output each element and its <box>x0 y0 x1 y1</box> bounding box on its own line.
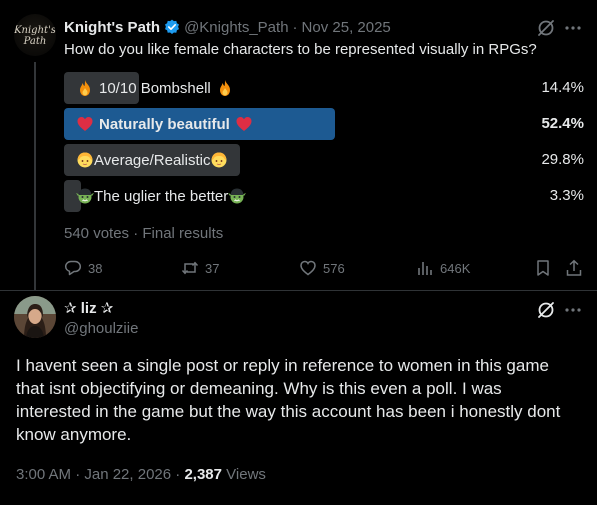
goblin-emoji-icon <box>228 187 247 205</box>
tweet-date[interactable]: Nov 25, 2025 <box>302 19 391 36</box>
verified-badge-icon <box>164 19 180 35</box>
poll-option-label: The uglier the better <box>94 187 229 205</box>
reply-views-count: 2,387 <box>184 466 222 483</box>
poll-option-label: Naturally beautiful <box>99 115 230 133</box>
repost-button[interactable]: 37 <box>181 258 219 278</box>
views-count: 646K <box>440 260 471 276</box>
like-button[interactable]: 576 <box>299 258 345 278</box>
repost-count: 37 <box>205 260 220 276</box>
reply-timestamp[interactable]: 3:00 AM · Jan 22, 2026 · <box>16 466 180 483</box>
divider <box>0 290 597 291</box>
tweet-header: Knight's Path @Knights_Path · Nov 25, 20… <box>64 17 391 37</box>
reply-author-handle[interactable]: @ghoulziie <box>64 320 138 337</box>
more-options-icon[interactable] <box>564 18 582 43</box>
poll-option-label: 10/10 Bombshell <box>99 79 211 97</box>
views-button[interactable]: 646K <box>416 258 470 278</box>
author-avatar[interactable]: Knight's Path <box>14 14 56 56</box>
red-heart-emoji-icon <box>76 115 94 133</box>
poll-option-percent: 14.4% <box>541 79 584 96</box>
grok-icon[interactable] <box>536 18 556 43</box>
blonde-person-emoji-icon <box>76 151 94 169</box>
fire-emoji-icon <box>216 79 234 97</box>
reply-text: I havent seen a single post or reply in … <box>16 356 561 444</box>
grok-icon[interactable] <box>536 300 556 325</box>
analytics-icon <box>416 259 434 277</box>
poll-option-winner: Naturally beautiful 52.4% <box>64 108 584 140</box>
reply-views-label: Views <box>226 466 266 483</box>
heart-icon <box>299 259 317 277</box>
share-button[interactable] <box>565 258 583 278</box>
poll-option-percent: 29.8% <box>541 151 584 168</box>
tweet-text: How do you like female characters to be … <box>64 41 537 58</box>
goblin-emoji-icon <box>76 187 94 205</box>
thread-line <box>34 62 36 290</box>
red-heart-emoji-icon <box>235 115 253 133</box>
blonde-person-emoji-icon <box>210 151 228 169</box>
author-handle[interactable]: @Knights_Path <box>184 19 288 36</box>
more-options-icon[interactable] <box>564 300 582 325</box>
poll-option: The uglier the better 3.3% <box>64 180 584 212</box>
reply-icon <box>64 259 82 277</box>
poll-option-percent: 52.4% <box>541 115 584 132</box>
poll-option-label: Average/Realistic <box>94 151 211 169</box>
like-count: 576 <box>323 260 345 276</box>
separator-dot: · <box>292 18 298 36</box>
avatar-logo-text-1: Knight's <box>14 25 56 36</box>
poll-option: 10/10 Bombshell 14.4% <box>64 72 584 104</box>
poll-results-summary: 540 votes · Final results <box>64 225 224 242</box>
bookmark-button[interactable] <box>534 258 552 278</box>
repost-icon <box>181 259 199 277</box>
share-icon <box>565 259 583 277</box>
reply-author-name[interactable]: ✰ liz ✰ <box>64 299 113 317</box>
poll-option: Average/Realistic 29.8% <box>64 144 584 176</box>
author-name[interactable]: Knight's Path <box>64 19 160 36</box>
bookmark-icon <box>534 259 552 277</box>
reply-button[interactable]: 38 <box>64 258 102 278</box>
avatar-logo-text-2: Path <box>23 36 47 47</box>
fire-emoji-icon <box>76 79 94 97</box>
reply-count: 38 <box>88 260 103 276</box>
poll-option-percent: 3.3% <box>549 187 584 204</box>
reply-meta: 3:00 AM · Jan 22, 2026 · 2,387 Views <box>16 466 266 483</box>
reply-author-avatar[interactable] <box>14 296 56 338</box>
